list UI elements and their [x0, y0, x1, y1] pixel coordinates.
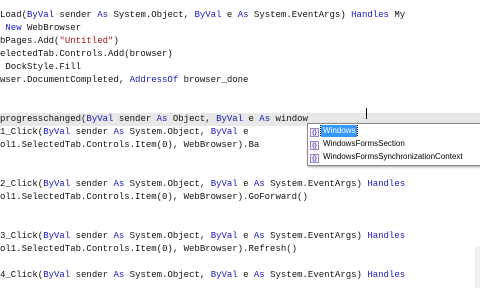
code-token: wser.DocumentCompleted,: [0, 75, 130, 85]
code-token: e: [237, 270, 254, 280]
code-token: 2_Click(: [0, 179, 44, 189]
keyword-token: ByVal: [194, 10, 222, 20]
code-line[interactable]: Load(ByVal sender As System.Object, ByVa…: [0, 9, 480, 22]
code-line[interactable]: 4_Click(ByVal sender As System.Object, B…: [0, 269, 480, 282]
code-token: DockStyle.Fill: [0, 62, 82, 72]
keyword-token: ByVal: [43, 179, 71, 189]
keyword-token: As: [97, 10, 109, 20]
code-token: sender: [70, 231, 114, 241]
keyword-token: ByVal: [210, 270, 238, 280]
suggestion-label: Windows: [319, 125, 359, 137]
namespace-icon: {}: [310, 141, 319, 150]
code-token: System.Object,: [108, 10, 195, 20]
code-token: My: [388, 10, 406, 20]
code-token: e: [243, 114, 260, 124]
keyword-token: As: [113, 231, 125, 241]
code-token: 3_Click(: [0, 231, 44, 241]
dropdown-scrollbar[interactable]: [475, 247, 480, 288]
code-token: System.EventArgs): [264, 179, 368, 189]
code-token: sender: [54, 10, 98, 20]
code-token: WebBrowser: [21, 23, 82, 33]
code-line[interactable]: [0, 165, 480, 178]
code-line[interactable]: wser.DocumentCompleted, AddressOf browse…: [0, 74, 480, 87]
keyword-token: ByVal: [210, 231, 238, 241]
keyword-token: ByVal: [210, 179, 238, 189]
keyword-token: As: [156, 114, 168, 124]
code-token: sender: [113, 114, 157, 124]
namespace-icon: {}: [310, 128, 319, 137]
keyword-token: Handles: [367, 231, 406, 241]
keyword-token: ByVal: [43, 127, 71, 137]
code-token: 1_Click(: [0, 127, 44, 137]
code-line[interactable]: ol1.SelectedTab.Controls.Item(0), WebBro…: [0, 243, 480, 256]
keyword-token: As: [113, 270, 125, 280]
code-token: System.Object,: [124, 127, 211, 137]
suggestion-item[interactable]: {} WindowsFormsSynchronizationContext: [310, 151, 480, 163]
code-token: progresschanged(: [0, 114, 87, 124]
code-token: browser_done: [178, 75, 249, 85]
code-token: sender: [70, 179, 114, 189]
keyword-token: As: [253, 179, 265, 189]
code-token: System.Object,: [124, 270, 211, 280]
keyword-token: ByVal: [27, 10, 55, 20]
keyword-token: As: [253, 231, 265, 241]
namespace-icon: {}: [310, 154, 319, 163]
keyword-token: Handles: [351, 10, 389, 20]
keyword-token: Handles: [367, 179, 406, 189]
keyword-token: Handles: [367, 270, 406, 280]
keyword-token: As: [253, 270, 265, 280]
keyword-token: As: [259, 114, 271, 124]
code-line[interactable]: [0, 204, 480, 217]
code-token: ol1.SelectedTab.Controls.Item(0), WebBro…: [0, 192, 308, 202]
code-token: electedTab.Controls.Add(browser): [0, 49, 173, 59]
code-line[interactable]: ol1.SelectedTab.Controls.Item(0), WebBro…: [0, 191, 480, 204]
keyword-token: ByVal: [43, 270, 71, 280]
code-token: sender: [70, 127, 114, 137]
code-line[interactable]: electedTab.Controls.Add(browser): [0, 48, 480, 61]
code-token: ol1.SelectedTab.Controls.Item(0), WebBro…: [0, 140, 260, 150]
keyword-token: As: [113, 127, 125, 137]
keyword-token: ByVal: [43, 231, 71, 241]
keyword-token: As: [237, 10, 249, 20]
string-token: "Untitled": [59, 36, 114, 46]
code-line[interactable]: 2_Click(ByVal sender As System.Object, B…: [0, 178, 480, 191]
code-token: ): [113, 36, 119, 46]
suggestion-item[interactable]: {} WindowsFormsSection: [310, 138, 480, 150]
code-token: window: [270, 114, 308, 124]
code-line[interactable]: [0, 87, 480, 100]
keyword-token: As: [113, 179, 125, 189]
code-token: e: [237, 127, 249, 137]
code-line[interactable]: [0, 100, 480, 113]
keyword-token: New: [5, 23, 22, 33]
code-token: System.Object,: [124, 231, 211, 241]
code-token: Object,: [167, 114, 217, 124]
keyword-token: ByVal: [210, 127, 238, 137]
keyword-token: AddressOf: [129, 75, 179, 85]
code-line[interactable]: bPages.Add("Untitled"): [0, 35, 480, 48]
code-token: System.EventArgs): [264, 231, 368, 241]
keyword-token: ByVal: [216, 114, 244, 124]
code-token: e: [237, 179, 254, 189]
code-token: System.Object,: [124, 179, 211, 189]
suggestion-item[interactable]: {} Windows: [310, 125, 480, 137]
code-line[interactable]: [0, 256, 480, 269]
suggestion-label: WindowsFormsSection: [323, 139, 405, 148]
code-token: System.EventArgs): [264, 270, 368, 280]
code-token: e: [221, 10, 238, 20]
code-token: System.EventArgs): [248, 10, 352, 20]
code-token: bPages.Add(: [0, 36, 60, 46]
suggestion-label: WindowsFormsSynchronizationContext: [323, 152, 463, 161]
code-line[interactable]: New WebBrowser: [0, 22, 480, 35]
text-caret: [366, 108, 367, 119]
code-token: sender: [70, 270, 114, 280]
code-token: 4_Click(: [0, 270, 44, 280]
code-line[interactable]: DockStyle.Fill: [0, 61, 480, 74]
code-token: ol1.SelectedTab.Controls.Item(0), WebBro…: [0, 244, 298, 254]
code-token: Load(: [0, 10, 28, 20]
code-token: e: [237, 231, 254, 241]
keyword-token: ByVal: [86, 114, 114, 124]
code-line[interactable]: [0, 217, 480, 230]
intellisense-dropdown[interactable]: {} Windows{} WindowsFormsSection{} WindowsF…: [307, 123, 480, 288]
code-line[interactable]: 3_Click(ByVal sender As System.Object, B…: [0, 230, 480, 243]
